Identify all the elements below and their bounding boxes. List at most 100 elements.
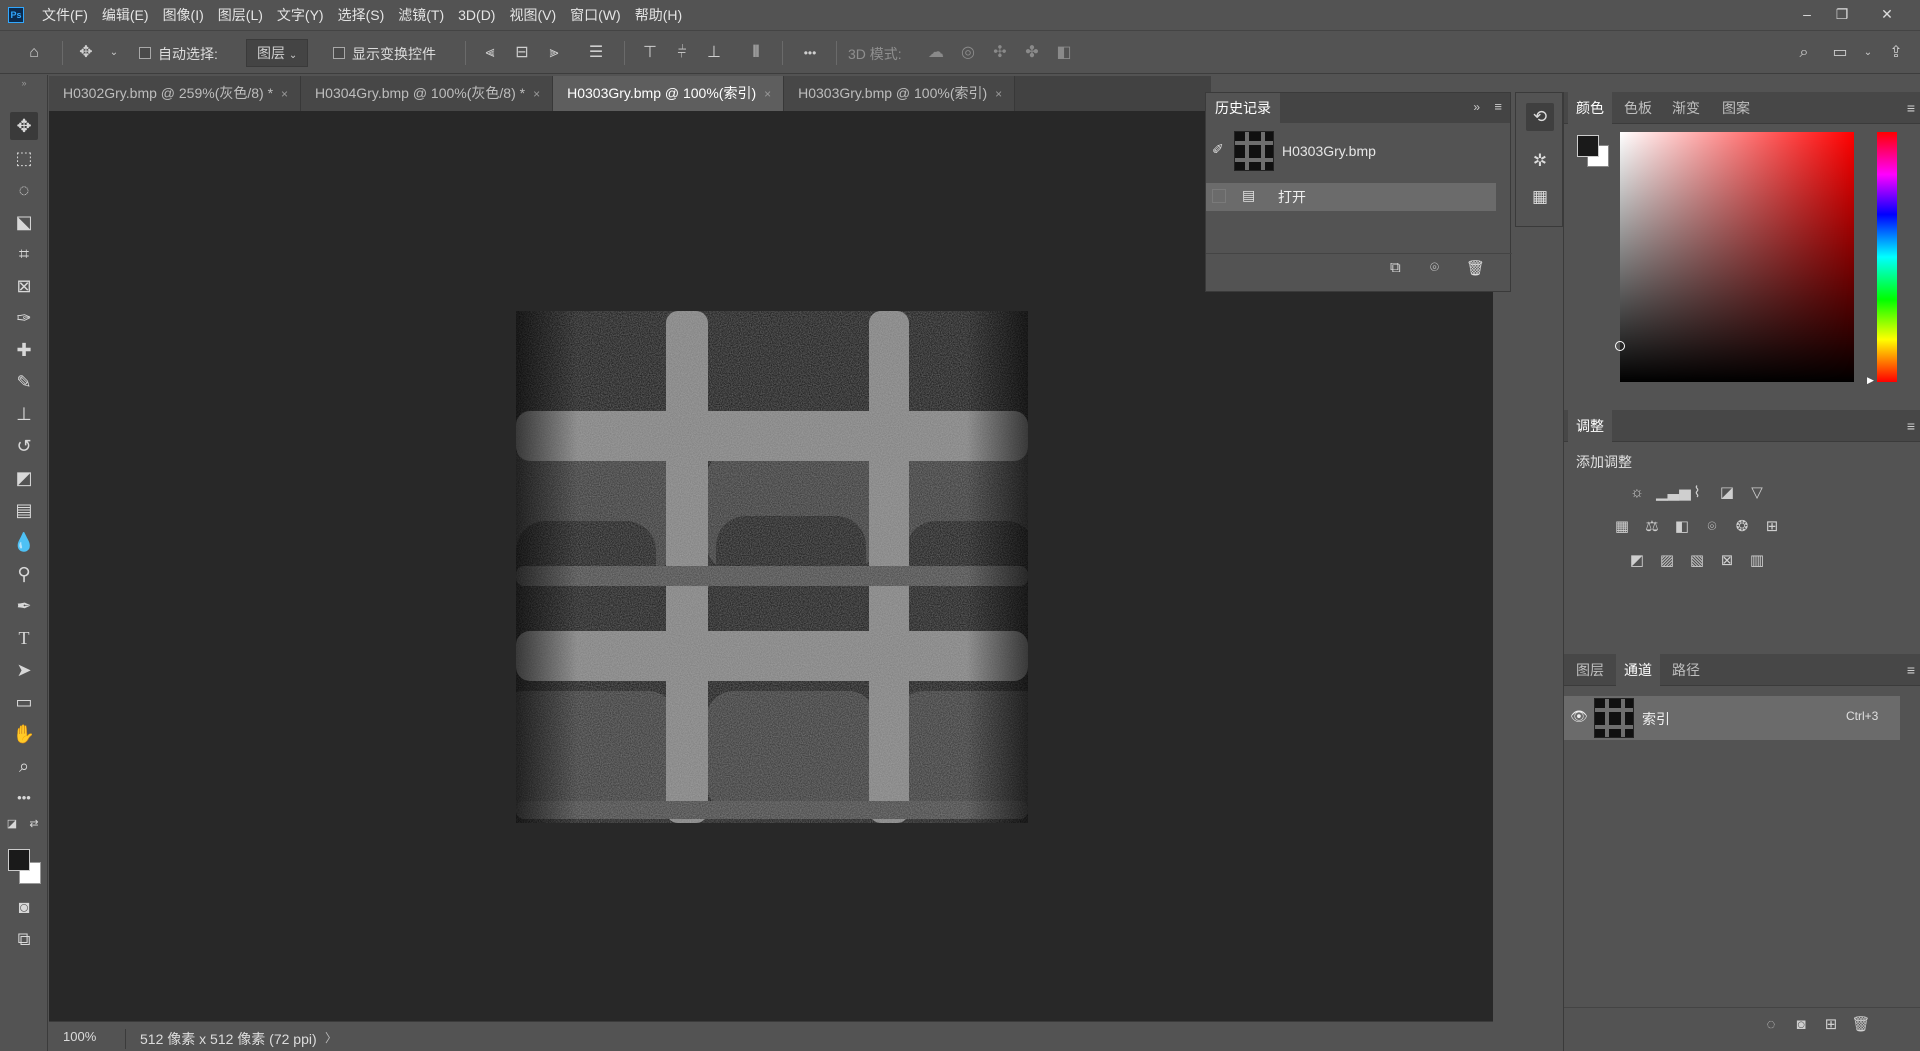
tab-layers[interactable]: 图层 — [1568, 654, 1612, 686]
3d-pan-icon[interactable]: ✣ — [988, 41, 1012, 65]
menu-layer[interactable]: 图层(L) — [218, 5, 263, 25]
load-channel-selection-icon[interactable]: ◌ — [1760, 1014, 1782, 1036]
eraser-tool-icon[interactable]: ◩ — [10, 464, 38, 492]
quick-mask-icon[interactable]: ◙ — [10, 893, 38, 921]
curves-icon[interactable]: ⌇ — [1686, 482, 1708, 504]
threshold-icon[interactable]: ▧ — [1686, 550, 1708, 572]
tab-history[interactable]: 历史记录 — [1206, 93, 1280, 123]
panel-menu-icon[interactable]: ≡ — [1907, 418, 1915, 434]
color-lookup-icon[interactable]: ⊞ — [1761, 516, 1783, 538]
panel-menu-icon[interactable]: ≡ — [1907, 100, 1915, 116]
restore-button[interactable]: ❐ — [1827, 4, 1857, 24]
minimize-button[interactable]: – — [1792, 4, 1822, 24]
selective-color-icon[interactable]: ⊠ — [1716, 550, 1738, 572]
close-tab-icon[interactable]: × — [764, 87, 771, 101]
menu-edit[interactable]: 编辑(E) — [102, 5, 149, 25]
pen-tool-icon[interactable]: ✒ — [10, 592, 38, 620]
hand-tool-icon[interactable]: ✋ — [10, 720, 38, 748]
align-top-icon[interactable]: ⊤ — [638, 41, 662, 65]
move-tool-icon[interactable]: ✥ — [10, 112, 38, 140]
channel-row[interactable]: 👁 索引 Ctrl+3 — [1564, 696, 1900, 740]
color-balance-icon[interactable]: ⚖ — [1641, 516, 1663, 538]
history-brush-source-icon[interactable]: ✐ — [1212, 141, 1224, 158]
menu-filter[interactable]: 滤镜(T) — [398, 5, 444, 25]
brightness-contrast-icon[interactable]: ☼ — [1626, 482, 1648, 504]
color-field[interactable] — [1615, 132, 1854, 382]
hue-slider[interactable] — [1877, 132, 1897, 382]
distribute-horizontal-icon[interactable]: ⦀ — [744, 41, 768, 65]
tab-document-1[interactable]: H0302Gry.bmp @ 259%(灰色/8) * × — [49, 76, 302, 111]
close-tab-icon[interactable]: × — [995, 87, 1002, 101]
new-document-from-state-icon[interactable]: ⧉ — [1390, 259, 1401, 276]
menu-window[interactable]: 窗口(W) — [570, 5, 621, 25]
3d-roll-icon[interactable]: ◎ — [956, 41, 980, 65]
chevron-down-icon[interactable]: ⌄ — [1856, 41, 1880, 65]
blur-tool-icon[interactable]: 💧 — [10, 528, 38, 556]
photo-filter-icon[interactable]: ⌾ — [1701, 516, 1723, 538]
color-picker-cursor[interactable] — [1615, 341, 1625, 351]
visibility-eye-icon[interactable]: 👁 — [1570, 708, 1588, 725]
history-step[interactable]: ▤ 打开 — [1206, 183, 1496, 211]
status-menu-arrow[interactable]: 〉 — [325, 1029, 337, 1046]
path-selection-tool-icon[interactable]: ➤ — [10, 656, 38, 684]
properties-panel-icon[interactable]: ✲ — [1526, 147, 1554, 175]
align-right-icon[interactable]: ⫸ — [542, 41, 566, 65]
tab-paths[interactable]: 路径 — [1664, 654, 1708, 686]
distribute-vertical-icon[interactable]: ☰ — [584, 41, 608, 65]
tab-patterns[interactable]: 图案 — [1714, 92, 1758, 124]
gradient-map-icon[interactable]: ▥ — [1746, 550, 1768, 572]
menu-select[interactable]: 选择(S) — [338, 5, 385, 25]
delete-state-icon[interactable]: 🗑 — [1466, 259, 1485, 277]
search-icon[interactable]: ⌕ — [1792, 41, 1816, 65]
crop-tool-icon[interactable]: ⌗ — [10, 240, 38, 268]
panel-menu-icon[interactable]: ≡ — [1494, 99, 1502, 114]
3d-slide-icon[interactable]: ✤ — [1020, 41, 1044, 65]
default-colors-icon[interactable]: ◪ — [4, 816, 20, 832]
home-icon[interactable]: ⌂ — [22, 41, 46, 65]
menu-type[interactable]: 文字(Y) — [277, 5, 324, 25]
brush-tool-icon[interactable]: ✎ — [10, 368, 38, 396]
tab-document-2[interactable]: H0304Gry.bmp @ 100%(灰色/8) * × — [301, 76, 554, 111]
close-tab-icon[interactable]: × — [281, 87, 288, 101]
auto-select-checkbox[interactable] — [139, 47, 151, 59]
tab-gradients[interactable]: 渐变 — [1664, 92, 1708, 124]
eyedropper-tool-icon[interactable]: ✑ — [10, 304, 38, 332]
frame-tool-icon[interactable]: ⊠ — [10, 272, 38, 300]
hue-slider-handle[interactable]: ▶ — [1867, 375, 1874, 386]
healing-brush-tool-icon[interactable]: ✚ — [10, 336, 38, 364]
menu-file[interactable]: 文件(F) — [42, 5, 88, 25]
panel-menu-icon[interactable]: ≡ — [1907, 662, 1915, 678]
marquee-tool-icon[interactable]: ⬚ — [10, 144, 38, 172]
clone-stamp-tool-icon[interactable]: ⊥ — [10, 400, 38, 428]
zoom-tool-icon[interactable]: ⌕ — [10, 752, 38, 780]
tab-swatches[interactable]: 色板 — [1616, 92, 1660, 124]
exposure-icon[interactable]: ◪ — [1716, 482, 1738, 504]
tab-document-4[interactable]: H0303Gry.bmp @ 100%(索引) × — [784, 76, 1016, 111]
chevron-down-icon[interactable]: ⌄ — [102, 41, 126, 65]
delete-channel-icon[interactable]: 🗑 — [1850, 1014, 1872, 1036]
share-icon[interactable]: ⇪ — [1884, 41, 1908, 65]
invert-icon[interactable]: ◩ — [1626, 550, 1648, 572]
dodge-tool-icon[interactable]: ⚲ — [10, 560, 38, 588]
menu-view[interactable]: 视图(V) — [509, 5, 556, 25]
more-options-button[interactable]: ••• — [798, 41, 822, 65]
panel-collapse-icon[interactable]: » — [1473, 100, 1480, 114]
document-image[interactable] — [516, 311, 1028, 823]
align-middle-icon[interactable]: ⫩ — [670, 41, 694, 65]
object-selection-tool-icon[interactable]: ⬕ — [10, 208, 38, 236]
zoom-level[interactable]: 100% — [63, 1029, 96, 1044]
foreground-color-chip[interactable] — [1577, 135, 1599, 157]
new-channel-icon[interactable]: ⊞ — [1820, 1014, 1842, 1036]
move-tool-preset-icon[interactable]: ✥ — [74, 41, 98, 65]
close-tab-icon[interactable]: × — [533, 87, 540, 101]
hue-saturation-icon[interactable]: ▦ — [1611, 516, 1633, 538]
history-source-box[interactable] — [1212, 189, 1226, 203]
histogram-panel-icon[interactable]: ▦ — [1526, 183, 1554, 211]
type-tool-icon[interactable]: T — [10, 624, 38, 652]
history-brush-tool-icon[interactable]: ↺ — [10, 432, 38, 460]
align-center-icon[interactable]: ⊟ — [510, 41, 534, 65]
history-snapshot[interactable]: ✐ H0303Gry.bmp — [1206, 129, 1496, 175]
history-panel-icon[interactable]: ⟲ — [1526, 103, 1554, 131]
screen-mode-icon[interactable]: ⧉ — [10, 925, 38, 953]
foreground-color-swatch[interactable] — [8, 849, 30, 871]
